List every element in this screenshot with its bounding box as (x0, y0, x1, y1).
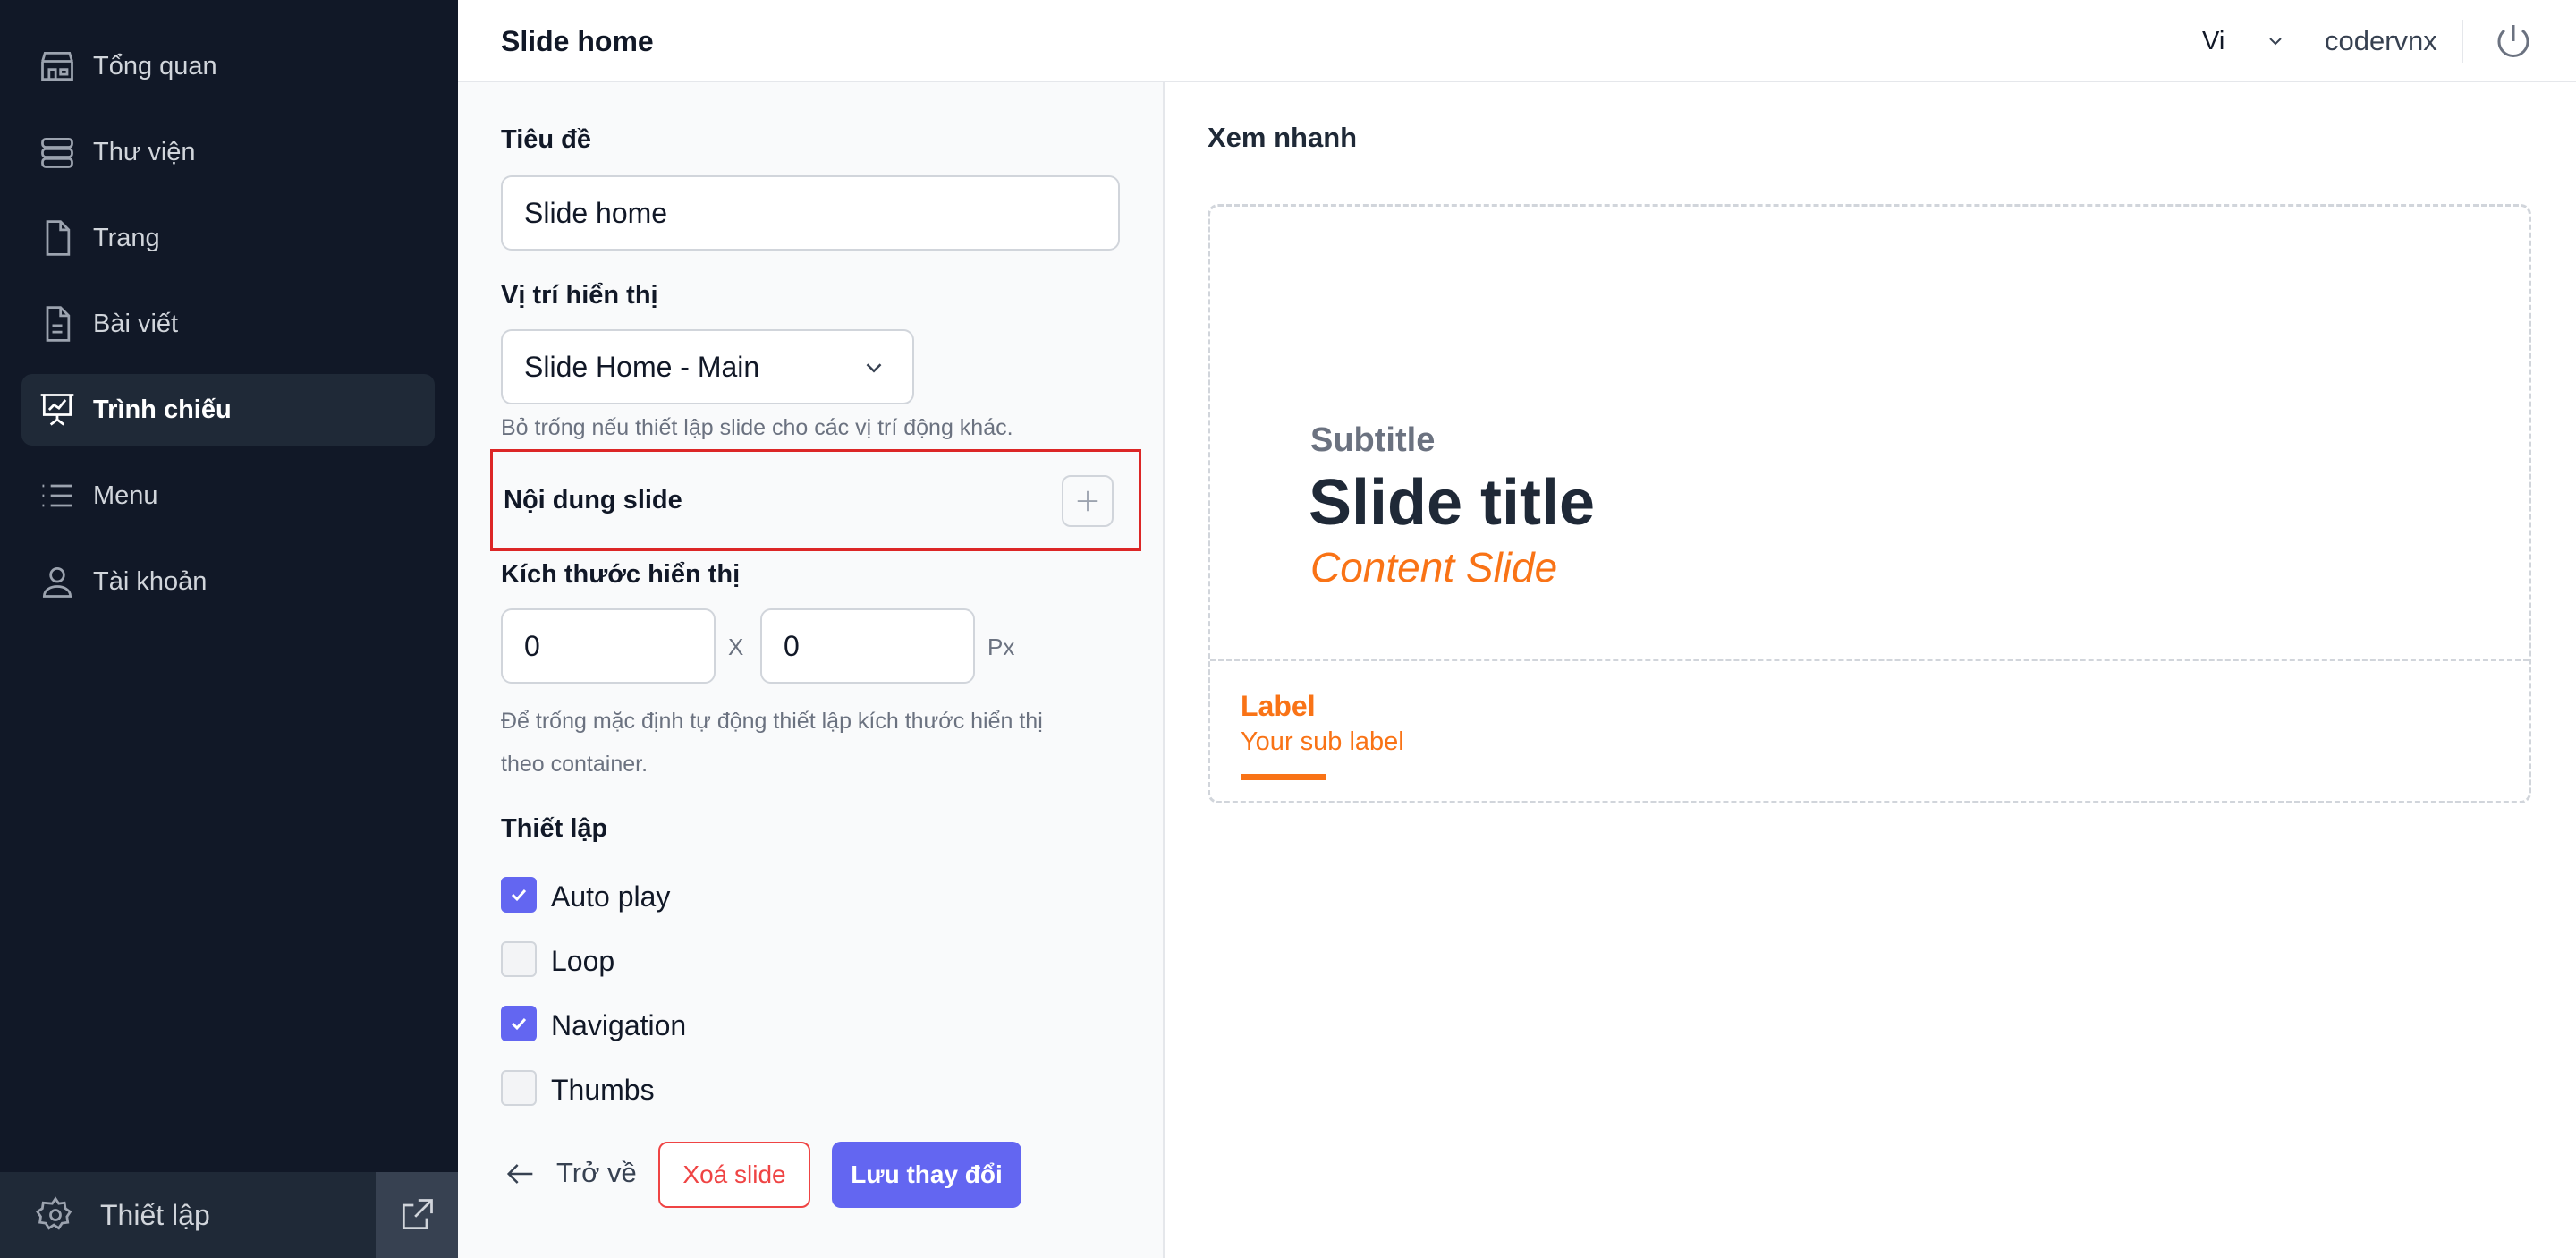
logout-button[interactable] (2492, 20, 2535, 63)
sidebar-item-thu-vien[interactable]: Thư viện (21, 116, 435, 188)
chevron-down-icon (2269, 38, 2282, 46)
navigation-label: Navigation (551, 1009, 687, 1041)
chevron-down-icon (866, 363, 882, 373)
size-unit: Px (987, 633, 1015, 660)
page-title: Slide home (501, 25, 654, 57)
header-divider (2462, 20, 2463, 63)
page-icon (46, 220, 71, 256)
sidebar-item-label: Menu (93, 481, 158, 510)
sidebar-item-bai-viet[interactable]: Bài viết (21, 288, 435, 360)
check-icon (511, 1017, 527, 1031)
slide-title: Slide title (1309, 467, 1596, 539)
position-select[interactable]: Slide Home - Main (501, 329, 914, 404)
settings-section-label: Thiết lập (501, 814, 608, 843)
auto-play-label: Auto play (551, 880, 671, 913)
sidebar-item-label: Trình chiếu (93, 395, 232, 424)
title-label: Tiêu đề (501, 125, 591, 154)
gear-icon (36, 1196, 72, 1230)
thumbs-label: Thumbs (551, 1074, 655, 1106)
external-link-icon (402, 1199, 433, 1230)
sidebar-footer: Thiết lập (0, 1172, 458, 1258)
back-button[interactable]: Trở về (501, 1140, 644, 1206)
slide-content-text: Content Slide (1310, 544, 1558, 591)
slide-content-section: Nội dung slide (490, 449, 1141, 551)
slide-form: Tiêu đề Slide home Vị trí hiển thị Slide… (458, 82, 1165, 1258)
preview-title: Xem nhanh (1208, 122, 1358, 153)
slide-preview: Subtitle Slide title Content Slide Label… (1208, 204, 2531, 803)
thumb-label[interactable]: Label (1241, 690, 1316, 723)
list-icon (42, 484, 72, 507)
active-thumb-indicator (1241, 774, 1326, 780)
width-input[interactable]: 0 (501, 608, 716, 684)
language-value: Vi (2202, 27, 2225, 55)
title-input[interactable]: Slide home (501, 175, 1120, 251)
auto-play-checkbox[interactable] (501, 877, 537, 913)
sidebar-item-label: Tài khoản (93, 567, 208, 596)
sidebar-item-trinh-chieu[interactable]: Trình chiếu (21, 374, 435, 446)
loop-checkbox[interactable] (501, 941, 537, 977)
top-header: Slide home Vi codervnx (458, 0, 2576, 82)
back-label: Trở về (556, 1157, 637, 1188)
navigation-checkbox[interactable] (501, 1006, 537, 1041)
thumbs-checkbox[interactable] (501, 1070, 537, 1106)
settings-link[interactable]: Thiết lập (0, 1172, 376, 1258)
preview-panel: Xem nhanh Subtitle Slide title Content S… (1165, 82, 2576, 1258)
position-label: Vị trí hiển thị (501, 281, 658, 310)
sidebar: Tổng quan Thư viện Trang Bài viết Trình … (0, 0, 458, 1258)
size-help-text-line2: theo container. (501, 752, 648, 777)
delete-slide-button[interactable]: Xoá slide (658, 1142, 810, 1208)
document-text-icon (46, 306, 71, 342)
sidebar-item-label: Thư viện (93, 138, 196, 166)
slide-subtitle: Subtitle (1310, 421, 1436, 459)
settings-label: Thiết lập (100, 1199, 210, 1231)
arrow-left-icon (506, 1164, 533, 1184)
plus-icon (1077, 490, 1098, 512)
presentation-chart-icon (40, 394, 74, 426)
thumb-sublabel[interactable]: Your sub label (1241, 727, 1404, 757)
store-icon (41, 51, 73, 81)
slide-preview-area: Subtitle Slide title Content Slide (1210, 207, 2529, 661)
sidebar-item-trang[interactable]: Trang (21, 202, 435, 274)
sidebar-item-tong-quan[interactable]: Tổng quan (21, 30, 435, 102)
sidebar-item-tai-khoan[interactable]: Tài khoản (21, 546, 435, 617)
slide-content-label: Nội dung slide (504, 486, 682, 514)
sidebar-item-label: Bài viết (93, 310, 179, 338)
size-help-text-line1: Để trống mặc định tự động thiết lập kích… (501, 709, 1043, 734)
size-separator: X (728, 633, 744, 660)
user-icon (42, 566, 72, 598)
position-select-value: Slide Home - Main (524, 351, 760, 383)
loop-label: Loop (551, 945, 615, 977)
stack-icon (41, 137, 73, 168)
sidebar-item-menu[interactable]: Menu (21, 460, 435, 531)
height-input[interactable]: 0 (760, 608, 975, 684)
username[interactable]: codervnx (2325, 0, 2437, 82)
check-icon (511, 888, 527, 902)
position-help-text: Bỏ trống nếu thiết lập slide cho các vị … (501, 415, 1013, 440)
add-slide-content-button[interactable] (1062, 475, 1114, 527)
size-label: Kích thước hiển thị (501, 560, 741, 589)
language-select[interactable]: Vi (2202, 20, 2301, 63)
sidebar-item-label: Trang (93, 224, 160, 252)
external-link-button[interactable] (376, 1172, 458, 1258)
power-icon (2497, 25, 2529, 57)
save-changes-button[interactable]: Lưu thay đổi (832, 1142, 1021, 1208)
sidebar-item-label: Tổng quan (93, 52, 217, 81)
